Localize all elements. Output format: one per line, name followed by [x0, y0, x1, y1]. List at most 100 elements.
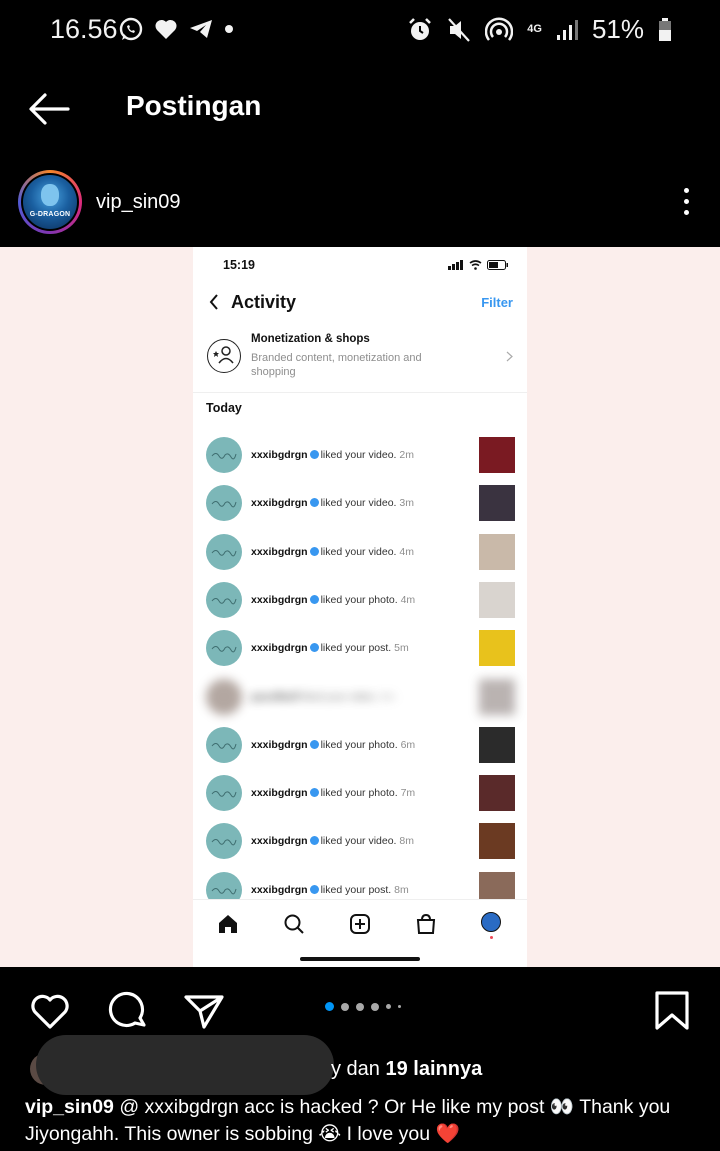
battery-level: 51% — [591, 14, 644, 44]
share-icon[interactable] — [182, 989, 226, 1033]
screenshot-title: Activity — [231, 292, 297, 312]
activity-row: xxxibgdrgn liked your photo. 4m — [193, 578, 527, 622]
activity-row: xxxibgdrgn liked your photo. 7m — [193, 771, 527, 815]
avatar[interactable]: G-DRAGON — [18, 170, 82, 234]
comment-icon[interactable] — [106, 989, 150, 1033]
activity-user: xxxibgdrgn — [251, 449, 308, 461]
battery-icon — [487, 260, 508, 270]
monetization-row: Monetization & shops Branded content, mo… — [193, 327, 527, 393]
activity-user: xxxibgdrgn — [251, 545, 308, 558]
activity-time: 2m — [399, 449, 414, 461]
like-icon[interactable] — [28, 989, 72, 1033]
mute-icon — [448, 17, 471, 42]
shop-icon — [416, 913, 436, 934]
verified-badge-icon — [309, 884, 319, 894]
activity-action: liked your video. — [320, 449, 397, 461]
activity-time: 6m — [400, 738, 416, 751]
activity-action: liked your video. — [320, 497, 397, 510]
activity-row: xxxibgdrgn liked your video. 2m — [193, 433, 527, 477]
activity-action: liked your post. — [320, 642, 392, 655]
notification-dot — [490, 936, 493, 939]
chevron-right-icon — [506, 351, 513, 362]
activity-avatar — [206, 726, 242, 763]
likes-text: y dan 19 lainnya — [331, 1058, 482, 1081]
activity-text: xxxibgdrgn liked your photo. 4m — [251, 594, 415, 606]
activity-time: 8m — [380, 690, 396, 703]
carousel-indicator — [325, 1002, 401, 1011]
signal-icon — [556, 19, 578, 40]
activity-time: 8m — [399, 835, 414, 848]
activity-time: 4m — [400, 593, 416, 606]
caption-username[interactable]: vip_sin09 — [25, 1096, 114, 1118]
activity-avatar — [206, 775, 242, 812]
carousel-dot — [398, 1005, 401, 1008]
activity-text: xxxibgdrgn liked your video. 2m — [251, 449, 414, 461]
post-caption: vip_sin09 @ xxxibgdrgn acc is hacked ? O… — [25, 1094, 705, 1148]
activity-row: pacellkelf liked your video. 8m — [193, 675, 527, 719]
activity-action: liked your photo. — [320, 787, 398, 800]
page-title: Postingan — [126, 90, 262, 121]
verified-badge-icon — [309, 594, 319, 604]
screenshot-time: 15:19 — [223, 258, 255, 272]
activity-text: xxxibgdrgn liked your post. 5m — [251, 642, 409, 654]
activity-time: 3m — [399, 497, 414, 510]
activity-row: xxxibgdrgn liked your post. 5m — [193, 626, 527, 670]
back-arrow-icon[interactable] — [28, 92, 72, 126]
network-type: 4G — [527, 23, 542, 35]
status-time: 16.56 — [50, 14, 118, 44]
heart-icon — [155, 19, 177, 39]
person-star-icon — [207, 339, 241, 373]
post-header: G-DRAGON vip_sin09 — [0, 160, 720, 246]
telegram-icon — [190, 20, 212, 38]
wifi-icon — [469, 260, 482, 270]
bookmark-icon[interactable] — [650, 989, 694, 1033]
monetization-subtitle: Branded content, monetization and shoppi… — [251, 352, 422, 378]
activity-text: xxxibgdrgn liked your photo. 6m — [251, 739, 415, 751]
activity-avatar — [206, 485, 242, 522]
activity-action: liked your photo. — [320, 738, 398, 751]
app-header: Postingan — [0, 62, 720, 154]
activity-thumbnail — [479, 630, 515, 667]
create-icon — [350, 914, 370, 934]
activity-thumbnail — [479, 678, 515, 715]
activity-time: 8m — [394, 883, 409, 896]
activity-text: xxxibgdrgn liked your video. 4m — [251, 546, 414, 558]
activity-user: xxxibgdrgn — [251, 642, 308, 655]
activity-action: liked your video. — [320, 835, 397, 848]
post-image[interactable]: 15:19 Activity Filter Monetization & sho… — [0, 247, 720, 967]
carousel-dot — [325, 1002, 334, 1011]
activity-avatar — [206, 678, 242, 715]
activity-user: xxxibgdrgn — [251, 787, 308, 800]
carousel-dot — [356, 1002, 364, 1011]
activity-time: 7m — [400, 787, 416, 800]
activity-action: liked your post. — [320, 883, 392, 896]
activity-thumbnail — [479, 485, 515, 522]
status-bar: 16.56 4G 51% — [0, 0, 720, 62]
post-username[interactable]: vip_sin09 — [96, 191, 181, 214]
home-icon — [219, 915, 237, 933]
activity-thumbnail — [479, 437, 515, 473]
whatsapp-icon — [119, 17, 143, 41]
hotspot-icon — [485, 16, 514, 41]
likes-prefix: y dan — [331, 1058, 386, 1080]
verified-badge-icon — [309, 739, 319, 749]
activity-time: 5m — [394, 642, 409, 655]
activity-user: xxxibgdrgn — [251, 593, 308, 606]
activity-text: xxxibgdrgn liked your post. 8m — [251, 884, 409, 896]
likes-summary[interactable]: y dan 19 lainnya — [0, 1035, 720, 1095]
verified-badge-icon — [309, 836, 319, 846]
carousel-dot — [371, 1002, 379, 1011]
activity-avatar — [206, 630, 242, 667]
activity-avatar — [206, 823, 242, 860]
more-icon[interactable] — [682, 188, 690, 218]
activity-action: liked your video. — [320, 545, 397, 558]
screenshot-filter: Filter — [481, 295, 513, 310]
verified-badge-icon — [309, 643, 319, 653]
activity-thumbnail — [479, 726, 515, 763]
activity-row: xxxibgdrgn liked your photo. 6m — [193, 723, 527, 767]
activity-thumbnail — [479, 823, 515, 860]
activity-user: pacellkelf — [251, 690, 299, 703]
dot-icon — [225, 25, 233, 33]
caption-text: @ xxxibgdrgn acc is hacked ? Or He like … — [25, 1096, 671, 1145]
activity-text: xxxibgdrgn liked your video. 8m — [251, 835, 414, 847]
